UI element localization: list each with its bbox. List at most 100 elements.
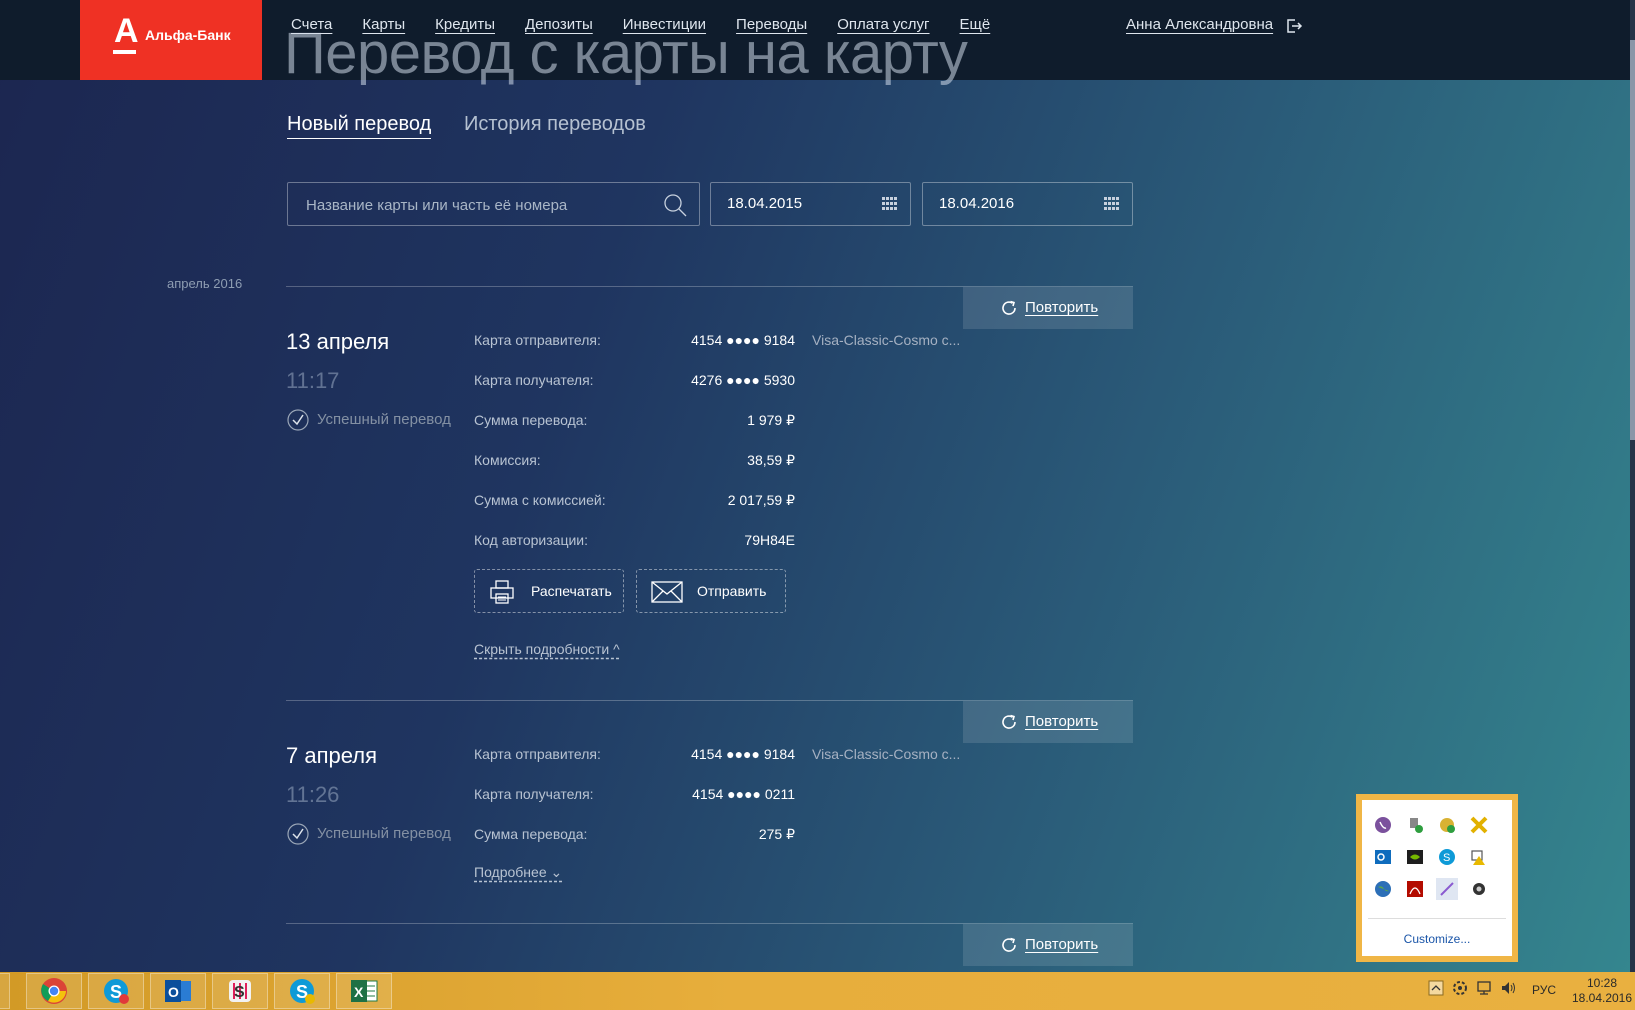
- divider: [1368, 918, 1506, 919]
- taskbar-excel-button[interactable]: X: [336, 973, 392, 1009]
- scrollbar[interactable]: [1630, 0, 1635, 972]
- taskbar-outlook-button[interactable]: O: [150, 973, 206, 1009]
- amount-value: 1 979 ₽: [747, 412, 795, 428]
- printer-icon: [490, 580, 514, 604]
- outlook-icon: O: [165, 980, 191, 1002]
- taskbar-skype-button[interactable]: S: [274, 973, 330, 1009]
- auth-code-label: Код авторизации:: [474, 532, 589, 548]
- svg-text:O: O: [168, 984, 179, 1000]
- refresh-icon: [1002, 937, 1016, 952]
- more-details-link[interactable]: Подробнее ⌄: [474, 864, 562, 881]
- recipient-card-label: Карта получателя:: [474, 372, 594, 388]
- card-search-input[interactable]: [304, 193, 638, 217]
- transfer-date: 7 апреля: [286, 743, 377, 768]
- sender-card-name: Visa-Classic-Cosmo с...: [812, 746, 961, 762]
- logout-icon[interactable]: [1284, 16, 1304, 36]
- skype-icon[interactable]: S: [1436, 846, 1458, 868]
- sender-card-name: Visa-Classic-Cosmo с...: [812, 332, 961, 348]
- taskbar-chrome-button[interactable]: [26, 973, 82, 1009]
- recipient-card-label: Карта получателя:: [474, 786, 594, 802]
- recipient-card-value: 4276 ●●●● 5930: [691, 372, 795, 388]
- date-to-value: 18.04.2016: [939, 195, 1015, 212]
- repeat-label: Повторить: [1025, 936, 1099, 953]
- taskbar-viber-button[interactable]: [0, 973, 10, 1009]
- date-to-field[interactable]: 18.04.2016: [922, 182, 1133, 226]
- viber-icon[interactable]: [1372, 814, 1394, 836]
- excel-icon: X: [351, 980, 378, 1002]
- date-from-field[interactable]: 18.04.2015: [710, 182, 911, 226]
- repeat-button[interactable]: Повторить: [963, 924, 1133, 966]
- svg-text:X: X: [354, 984, 364, 1000]
- scrollbar-thumb[interactable]: [1630, 40, 1635, 440]
- language-indicator[interactable]: РУС: [1532, 983, 1556, 997]
- transfer-time: 11:26: [286, 782, 340, 807]
- refresh-icon: [1002, 714, 1016, 729]
- transfer-status: Успешный перевод: [287, 409, 451, 431]
- logo-text: Альфа-Банк: [145, 27, 231, 43]
- volume-icon[interactable]: [1500, 980, 1516, 996]
- send-label: Отправить: [697, 583, 767, 599]
- taskbar-slack-button[interactable]: S: [212, 973, 268, 1009]
- total-label: Сумма с комиссией:: [474, 492, 606, 508]
- send-button[interactable]: Отправить: [636, 569, 786, 613]
- usb-device-icon[interactable]: [1404, 814, 1426, 836]
- svg-text:S: S: [1443, 852, 1450, 864]
- card-search-field[interactable]: [287, 182, 700, 226]
- clock-time: 10:28: [1586, 976, 1618, 990]
- clock-date: 18.04.2016: [1571, 991, 1633, 1005]
- gear-tray-icon[interactable]: [1468, 878, 1490, 900]
- tray-overflow-popup: S Customize...: [1356, 794, 1518, 962]
- sender-card-label: Карта отправителя:: [474, 332, 601, 348]
- auth-code-value: 79H84E: [744, 532, 795, 548]
- check-circle-icon: [287, 409, 309, 431]
- logo-letter: А: [114, 12, 139, 50]
- tray-icon-grid: S: [1372, 814, 1490, 900]
- repeat-button[interactable]: Повторить: [963, 287, 1133, 329]
- skype-icon: S: [104, 979, 129, 1004]
- taskbar-skype-button[interactable]: S: [88, 973, 144, 1009]
- status-text: Успешный перевод: [317, 824, 451, 842]
- calendar-icon[interactable]: [882, 197, 898, 211]
- amount-value: 275 ₽: [758, 826, 795, 842]
- amount-label: Сумма перевода:: [474, 412, 588, 428]
- system-tray: [1428, 980, 1516, 996]
- tab-transfer-history[interactable]: История переводов: [464, 113, 646, 136]
- calendar-icon[interactable]: [1104, 197, 1120, 211]
- update-badge-icon[interactable]: [1436, 814, 1458, 836]
- total-value: 2 017,59 ₽: [727, 492, 795, 508]
- show-hidden-icons-icon[interactable]: [1428, 980, 1444, 996]
- xsplit-icon[interactable]: [1468, 814, 1490, 836]
- repeat-label: Повторить: [1025, 299, 1099, 316]
- transfer-date: 13 апреля: [286, 329, 390, 354]
- user-name-link[interactable]: Анна Александровна: [1126, 16, 1273, 33]
- hide-details-link[interactable]: Скрыть подробности ^: [474, 641, 620, 657]
- tray-overflow-panel: S Customize...: [1362, 800, 1512, 956]
- taskbar-clock[interactable]: 10:28 18.04.2016: [1569, 976, 1635, 1006]
- repeat-label: Повторить: [1025, 713, 1099, 730]
- print-button[interactable]: Распечатать: [474, 569, 624, 613]
- settings-tray-icon[interactable]: [1452, 980, 1468, 996]
- search-icon[interactable]: [661, 191, 689, 219]
- slack-icon: S: [229, 980, 251, 1002]
- status-text: Успешный перевод: [317, 410, 451, 428]
- acrobat-icon[interactable]: [1404, 878, 1426, 900]
- pen-icon[interactable]: [1436, 878, 1458, 900]
- month-label: апрель 2016: [167, 276, 243, 291]
- network-icon[interactable]: [1476, 980, 1492, 996]
- page-title: Перевод с карты на карту: [284, 21, 968, 86]
- customize-link[interactable]: Customize...: [1362, 932, 1512, 946]
- sender-card-value: 4154 ●●●● 9184: [691, 332, 795, 348]
- nvidia-icon[interactable]: [1404, 846, 1426, 868]
- svg-text:S: S: [234, 984, 245, 1001]
- commission-label: Комиссия:: [474, 452, 541, 468]
- check-circle-icon: [287, 823, 309, 845]
- tab-new-transfer[interactable]: Новый перевод: [287, 113, 432, 139]
- repeat-button[interactable]: Повторить: [963, 701, 1133, 743]
- outlook-icon[interactable]: [1372, 846, 1394, 868]
- sender-card-label: Карта отправителя:: [474, 746, 601, 762]
- logo-underline: [113, 50, 136, 54]
- taskbar: S O S S X РУС 10:28 18.04.2016: [0, 972, 1635, 1010]
- alfa-bank-logo[interactable]: А Альфа-Банк: [80, 0, 262, 80]
- globe-icon[interactable]: [1372, 878, 1394, 900]
- network-warning-icon[interactable]: [1468, 846, 1490, 868]
